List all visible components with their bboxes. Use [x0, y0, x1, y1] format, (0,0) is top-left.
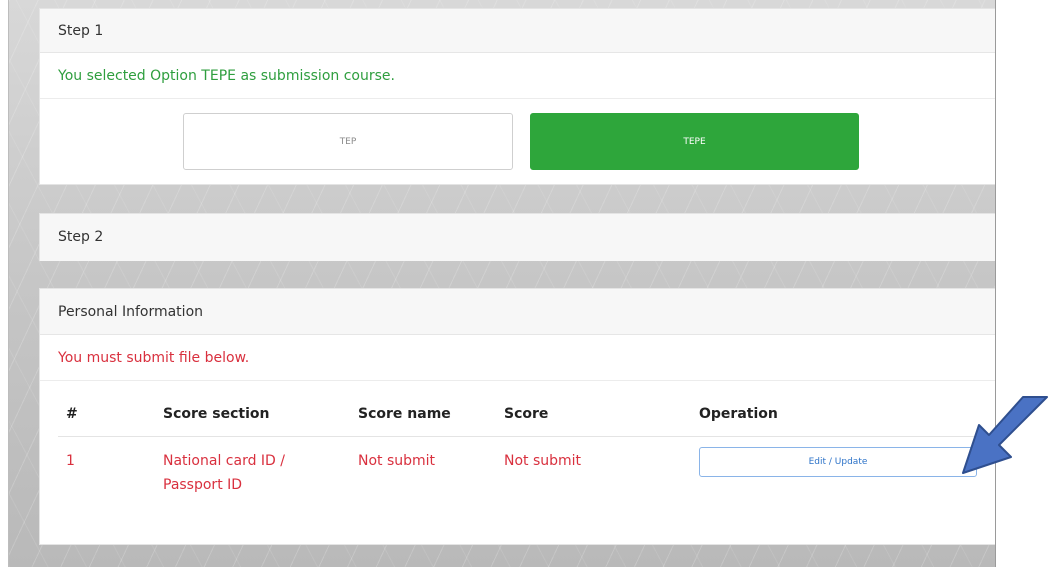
column-header-score: Score: [504, 406, 549, 422]
table-row: 1 National card ID / Passport ID Not sub…: [58, 437, 987, 517]
step2-header[interactable]: Step 2: [40, 214, 995, 261]
column-header-score-name: Score name: [358, 406, 451, 422]
course-options: TEP TEPE: [40, 99, 995, 185]
submit-warning-message: You must submit file below.: [40, 335, 995, 381]
score-table: # Score section Score name Score Operati…: [58, 391, 987, 517]
step1-message: You selected Option TEPE as submission c…: [40, 53, 995, 99]
row-index: 1: [66, 453, 75, 469]
column-header-index: #: [66, 406, 78, 422]
row-score-name: Not submit: [358, 453, 436, 469]
personal-info-header: Personal Information: [40, 289, 995, 335]
personal-info-card: Personal Information You must submit fil…: [39, 288, 995, 545]
step1-card: Step 1 You selected Option TEPE as submi…: [39, 8, 995, 185]
table-header-row: # Score section Score name Score Operati…: [58, 391, 987, 437]
edit-update-button[interactable]: Edit / Update: [699, 447, 977, 477]
arrow-pointer-icon: [962, 396, 1048, 474]
row-score: Not submit: [504, 453, 582, 469]
row-score-section: National card ID / Passport ID: [163, 453, 285, 493]
step2-card[interactable]: Step 2: [39, 213, 995, 261]
column-header-score-section: Score section: [163, 406, 270, 422]
step1-header: Step 1: [40, 9, 995, 53]
page-background: Step 1 You selected Option TEPE as submi…: [8, 0, 996, 567]
option-tepe-button[interactable]: TEPE: [530, 113, 859, 170]
option-tep-button[interactable]: TEP: [183, 113, 513, 170]
column-header-operation: Operation: [699, 406, 778, 422]
